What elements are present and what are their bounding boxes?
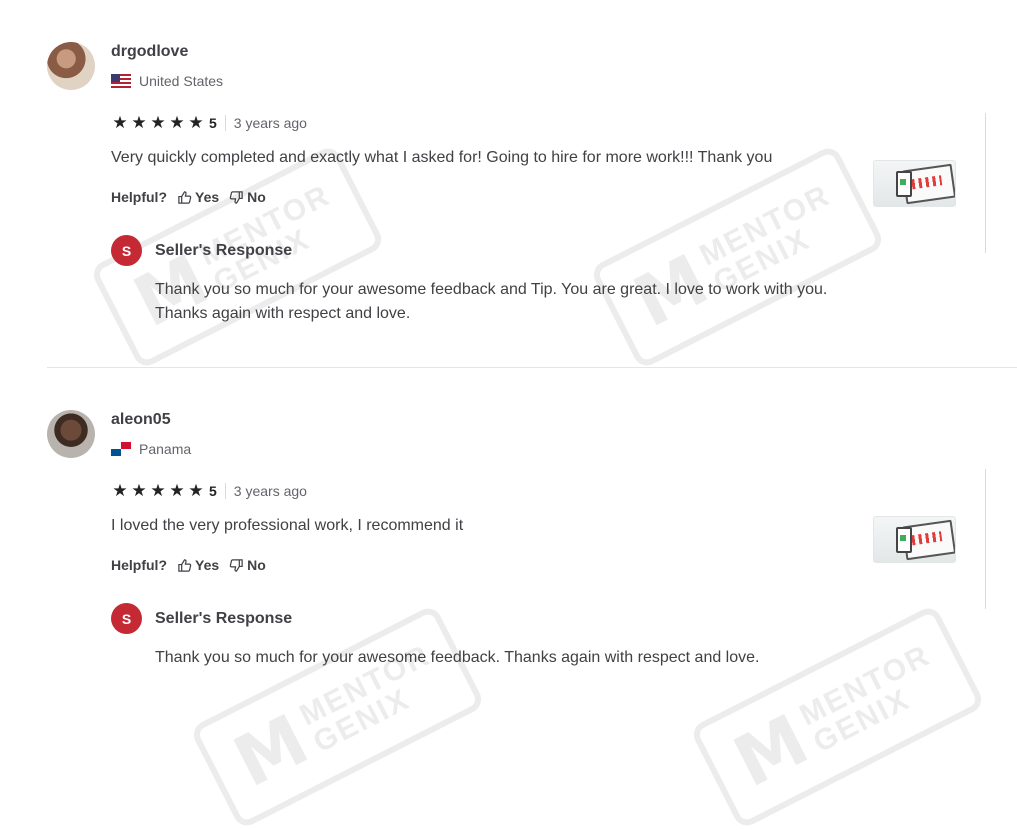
thumbs-down-icon (229, 190, 243, 204)
rating-score: 5 (209, 115, 217, 131)
helpful-label: Helpful? (111, 189, 167, 205)
thumbs-up-icon (178, 190, 192, 204)
helpful-yes-button[interactable]: Yes (177, 557, 219, 573)
review-time: 3 years ago (233, 115, 307, 131)
reviewer-country: Panama (111, 441, 191, 457)
reviewer-username[interactable]: drgodlove (111, 43, 188, 61)
no-label: No (247, 557, 266, 573)
no-label: No (247, 189, 266, 205)
star-rating: ★ ★ ★ ★ ★ (111, 113, 205, 133)
divider (224, 115, 226, 131)
star-icon: ★ (188, 481, 204, 500)
review-text: I loved the very professional work, I re… (111, 517, 464, 534)
us-flag-icon (111, 74, 131, 88)
star-icon: ★ (169, 113, 185, 132)
star-icon: ★ (150, 113, 166, 132)
reviewer-country: United States (111, 73, 223, 89)
country-name: United States (139, 73, 224, 89)
helpful-no-button[interactable]: No (229, 557, 266, 573)
star-icon: ★ (169, 481, 185, 500)
seller-avatar: S (111, 235, 142, 266)
yes-label: Yes (195, 557, 220, 573)
star-rating: ★ ★ ★ ★ ★ (111, 481, 205, 501)
star-icon: ★ (131, 481, 147, 500)
helpful-row: Helpful? Yes No (111, 189, 266, 205)
rating-score: 5 (209, 483, 217, 499)
scroll-indicator (985, 469, 986, 609)
helpful-no-button[interactable]: No (229, 189, 266, 205)
watermark-logo: M MENTOR GENIX (589, 143, 887, 371)
gig-thumbnail[interactable] (873, 516, 956, 563)
panama-flag-icon (111, 442, 131, 456)
avatar[interactable] (47, 42, 95, 90)
thumbs-up-icon (178, 558, 192, 572)
star-icon: ★ (131, 113, 147, 132)
avatar[interactable] (47, 410, 95, 458)
scroll-indicator (985, 113, 986, 253)
review-text: Very quickly completed and exactly what … (111, 149, 773, 166)
star-icon: ★ (188, 113, 204, 132)
gig-thumbnail[interactable] (873, 160, 956, 207)
rating-row: ★ ★ ★ ★ ★ 5 3 years ago (111, 113, 307, 133)
star-icon: ★ (150, 481, 166, 500)
seller-response-title: Seller's Response (155, 610, 293, 627)
watermark-logo: M MENTOR GENIX (189, 603, 487, 830)
helpful-yes-button[interactable]: Yes (177, 189, 219, 205)
watermark-logo: M MENTOR GENIX (689, 603, 987, 830)
seller-response-text: Thank you so much for your awesome feedb… (155, 281, 828, 322)
seller-response-text: Thank you so much for your awesome feedb… (155, 649, 760, 666)
review-separator (47, 367, 1017, 368)
review-time: 3 years ago (233, 483, 307, 499)
helpful-row: Helpful? Yes No (111, 557, 266, 573)
thumbs-down-icon (229, 558, 243, 572)
yes-label: Yes (195, 189, 220, 205)
divider (224, 483, 226, 499)
reviewer-username[interactable]: aleon05 (111, 411, 171, 429)
star-icon: ★ (112, 113, 128, 132)
rating-row: ★ ★ ★ ★ ★ 5 3 years ago (111, 481, 307, 501)
seller-response-title: Seller's Response (155, 242, 293, 259)
helpful-label: Helpful? (111, 557, 167, 573)
country-name: Panama (139, 441, 192, 457)
seller-avatar: S (111, 603, 142, 634)
star-icon: ★ (112, 481, 128, 500)
